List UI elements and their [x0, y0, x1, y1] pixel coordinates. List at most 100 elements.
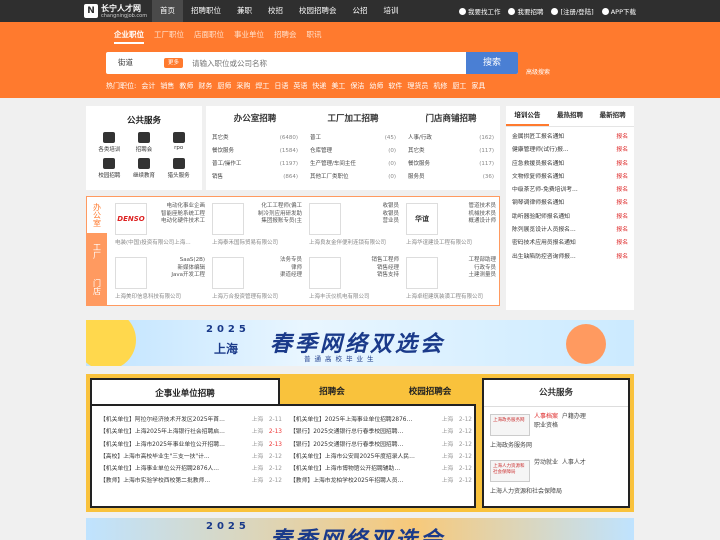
tab-job-fair[interactable]: 招聘会	[280, 378, 384, 406]
company-card[interactable]: 化工工程师(偏工 制冷剂应用研发助 集团报账专员(主 上海泰禾国际贸易有限公司	[208, 199, 304, 249]
recruitment-item[interactable]: 【机关单位】上海事业单位公开招聘2876人… 上海 2-12	[100, 463, 282, 475]
notice-item[interactable]: 助听器验配师报名通知 报名	[506, 211, 634, 224]
recruitment-item[interactable]: 【机关单位】2025年上海事业单位招聘2876… 上海 2-12	[290, 414, 472, 426]
site-logo[interactable]: N 长宁人才网 changningjob.com	[84, 3, 147, 19]
notice-item[interactable]: 金属拱匠工报名通知 报名	[506, 131, 634, 144]
notice-status[interactable]: 报名	[616, 251, 628, 264]
company-card[interactable]: DENSO 电动化事业企画 智能座舱系统工程 电动化硬件技术工 电装(中国)投资有限…	[111, 199, 207, 249]
recruitment-item[interactable]: 【银行】2025交通银行总行春季校园招聘… 上海 2-12	[290, 426, 472, 438]
notice-status[interactable]: 报名	[616, 171, 628, 184]
nav-link[interactable]: 兼职	[229, 0, 260, 22]
job-category-title[interactable]: 工厂加工招聘	[310, 112, 396, 124]
search-tab[interactable]: 工厂职位	[154, 29, 184, 44]
tab-campus-fair[interactable]: 校园招聘会	[384, 378, 476, 406]
job-category-row[interactable]: 仓库管理 (0)	[310, 145, 396, 158]
notice-tab[interactable]: 培训公告	[506, 106, 549, 126]
recruitment-item[interactable]: 【机关单位】上海市博物馆公开招聘辅助… 上海 2-12	[290, 463, 472, 475]
find-job-link[interactable]: 我要找工作	[458, 6, 500, 16]
hot-job-link[interactable]: 日语	[274, 82, 288, 90]
nav-link[interactable]: 首页	[152, 0, 183, 22]
recruitment-item[interactable]: 【教师】上海市龙柏学校2025年招聘人员… 上海 2-12	[290, 475, 472, 487]
gov-service-item[interactable]: 上海人力资源和社会保障局 劳动就业 人事人才 上海人力资源和社会保障局	[490, 456, 626, 498]
login-register-link[interactable]: [注册/登陆]	[551, 6, 594, 16]
promo-banner[interactable]: 2025 上海 春季网络双选会 普通高校毕业生	[86, 320, 634, 366]
public-service-item[interactable]: 各类培训	[92, 132, 127, 153]
public-service-item[interactable]: rpo	[161, 132, 196, 153]
recruitment-item[interactable]: 【机关单位】上海市公安局2025年度招录人民… 上海 2-12	[290, 451, 472, 463]
hot-job-link[interactable]: 厨师	[217, 82, 231, 90]
recruitment-item[interactable]: 【机关单位】阿拉尔经济技术开发区2025年首… 上海 2-11	[100, 414, 282, 426]
recruitment-item[interactable]: 【高校】上海市高校毕业生"三支一扶"计… 上海 2-12	[100, 451, 282, 463]
hot-job-link[interactable]: 会计	[141, 82, 155, 90]
hot-job-link[interactable]: 软件	[388, 82, 402, 90]
company-card[interactable]: 法务专员 律师 渠道经理 上海万合投资管理有限公司	[208, 253, 304, 303]
notice-status[interactable]: 报名	[616, 184, 628, 197]
hot-job-link[interactable]: 家具	[471, 82, 485, 90]
hot-job-link[interactable]: 保洁	[350, 82, 364, 90]
city-selector[interactable]: 街道	[118, 52, 133, 74]
notice-item[interactable]: 应急救援员报名通知 报名	[506, 158, 634, 171]
nav-link[interactable]: 校园招聘会	[291, 0, 345, 22]
job-category-row[interactable]: 餐饮服务 (117)	[408, 158, 494, 171]
city-more-tag[interactable]: 更多	[164, 58, 184, 68]
post-job-link[interactable]: 我要招聘	[508, 6, 543, 16]
job-category-row[interactable]: 餐饮服务 (1584)	[212, 145, 298, 158]
notice-item[interactable]: 钢琴调律师报名通知 报名	[506, 197, 634, 210]
public-service-item[interactable]: 校园招聘	[92, 158, 127, 179]
job-category-title[interactable]: 办公室招聘	[212, 112, 298, 124]
job-category-row[interactable]: 其他工厂类职位 (0)	[310, 171, 396, 184]
hot-job-link[interactable]: 财务	[198, 82, 212, 90]
promo-banner-2[interactable]: 2025 春季网络双选会	[86, 518, 634, 540]
notice-item[interactable]: 中级茶艺师-免费培训考… 报名	[506, 184, 634, 197]
search-tab[interactable]: 企业职位	[114, 29, 144, 44]
company-card[interactable]: 工程部助理 行政专员 土建测量员 上海卓纽建筑装潢工程有限公司	[402, 253, 498, 303]
advanced-search-link[interactable]: 高级搜索	[526, 67, 550, 76]
notice-status[interactable]: 报名	[616, 224, 628, 237]
public-service-item[interactable]: 继续教育	[127, 158, 162, 179]
hot-job-link[interactable]: 美工	[331, 82, 345, 90]
job-category-row[interactable]: 其它类 (6480)	[212, 132, 298, 145]
nav-link[interactable]: 公招	[345, 0, 376, 22]
company-side-tab[interactable]: 门店	[87, 269, 107, 305]
company-side-tab[interactable]: 工厂	[87, 233, 107, 269]
company-card[interactable]: 销售工程师 销售经理 销售支持 上海丰沃仪机电有限公司	[305, 253, 401, 303]
search-tab[interactable]: 职讯	[307, 29, 322, 44]
search-tab[interactable]: 店面职位	[194, 29, 224, 44]
hot-job-link[interactable]: 快递	[312, 82, 326, 90]
job-category-row[interactable]: 生产管理/车间主任 (0)	[310, 158, 396, 171]
notice-item[interactable]: 出生缺陷防控咨询师报… 报名	[506, 251, 634, 264]
notice-item[interactable]: 密码技术应用员报名通知 报名	[506, 237, 634, 250]
search-button[interactable]: 搜索	[466, 52, 518, 74]
tab-institution[interactable]: 企事业单位招聘	[90, 378, 280, 406]
recruitment-item[interactable]: 【机关单位】上海市2025年事业单位公开招聘… 上海 2-13	[100, 439, 282, 451]
hot-job-link[interactable]: 英语	[293, 82, 307, 90]
notice-item[interactable]: 陈列展览设计人员报名… 报名	[506, 224, 634, 237]
nav-link[interactable]: 招聘职位	[183, 0, 229, 22]
public-service-item[interactable]: 猎头服务	[161, 158, 196, 179]
search-tab[interactable]: 事业单位	[234, 29, 264, 44]
hot-job-link[interactable]: 焊工	[255, 82, 269, 90]
job-category-row[interactable]: 销售 (864)	[212, 171, 298, 184]
hot-job-link[interactable]: 厨工	[452, 82, 466, 90]
notice-status[interactable]: 报名	[616, 158, 628, 171]
notice-status[interactable]: 报名	[616, 211, 628, 224]
job-category-row[interactable]: 普工/操作工 (1197)	[212, 158, 298, 171]
job-category-row[interactable]: 普工 (45)	[310, 132, 396, 145]
hot-job-link[interactable]: 幼师	[369, 82, 383, 90]
app-download-link[interactable]: APP下载	[601, 6, 636, 16]
notice-status[interactable]: 报名	[616, 197, 628, 210]
recruitment-item[interactable]: 【银行】2025交通银行总行春季校园招聘… 上海 2-12	[290, 439, 472, 451]
job-category-row[interactable]: 服务员 (36)	[408, 171, 494, 184]
notice-tab[interactable]: 最新招聘	[591, 106, 634, 126]
recruitment-item[interactable]: 【教师】上海市实验学校西校第二批教师… 上海 2-12	[100, 475, 282, 487]
notice-item[interactable]: 健康管理师(试行)报… 报名	[506, 144, 634, 157]
company-card[interactable]: SaaS(2B) 新媒体编辑 Java开发工程 上海美印信息科技有限公司	[111, 253, 207, 303]
hot-job-link[interactable]: 机修	[433, 82, 447, 90]
notice-item[interactable]: 文物修复师报名通知 报名	[506, 171, 634, 184]
job-category-title[interactable]: 门店商铺招聘	[408, 112, 494, 124]
company-card[interactable]: 华谊 管道技术员 机械技术员 概通设计师 上海华谊建设工程有限公司	[402, 199, 498, 249]
public-service-item[interactable]: 招聘会	[127, 132, 162, 153]
search-input[interactable]	[192, 55, 462, 71]
gov-service-item[interactable]: 上海政务服务网 人事档案 户籍办理 职业资格 上海政务服务网	[490, 410, 626, 452]
hot-job-link[interactable]: 理货员	[407, 82, 428, 90]
